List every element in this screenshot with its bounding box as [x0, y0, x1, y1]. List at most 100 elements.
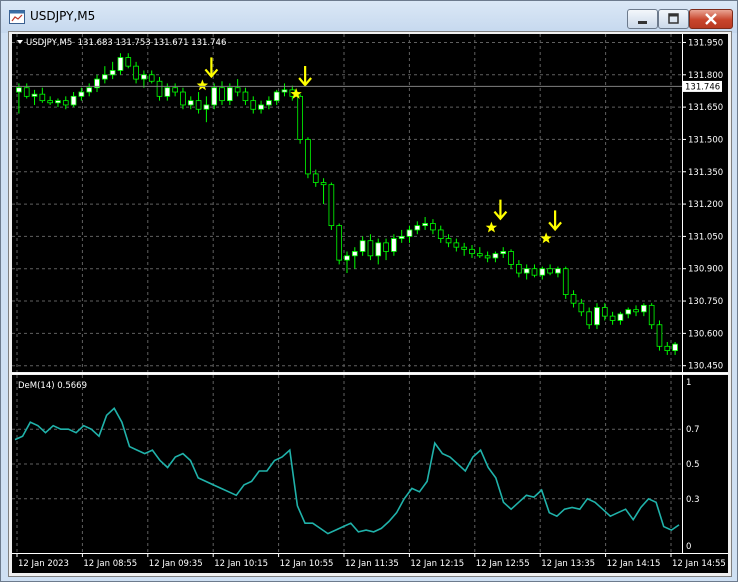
bull-candle: [594, 307, 600, 326]
title-bar[interactable]: USDJPY,M5: [1, 1, 737, 33]
maximize-button[interactable]: [658, 9, 689, 29]
bull-candle: [414, 225, 421, 231]
bull-candle: [187, 100, 194, 106]
bull-candle: [109, 70, 116, 76]
close-button[interactable]: [689, 9, 733, 29]
bear-candle: [156, 80, 163, 97]
minimize-icon: [638, 21, 647, 24]
bear-candle: [148, 74, 155, 82]
bear-candle: [484, 255, 491, 259]
window-title: USDJPY,M5: [30, 9, 96, 23]
bear-candle: [320, 182, 327, 186]
bear-candle: [437, 229, 444, 239]
price-pane[interactable]: [12, 34, 682, 372]
bear-candle: [367, 240, 374, 257]
bull-candle: [203, 104, 210, 110]
time-tick-label: 12 Jan 12:55: [476, 559, 530, 569]
bull-candle: [351, 251, 358, 257]
bear-candle: [47, 100, 53, 104]
indicator-label: DeM(14) 0.5669: [18, 381, 87, 391]
bull-candle: [617, 313, 624, 321]
bull-candle: [55, 100, 61, 104]
bear-candle: [453, 242, 460, 248]
bear-candle: [172, 87, 178, 93]
price-tick-label: 131.800: [688, 71, 723, 81]
bear-candle: [531, 268, 538, 276]
bear-candle: [312, 173, 319, 183]
bear-candle: [242, 91, 249, 102]
bear-candle: [586, 311, 592, 326]
bull-candle: [31, 93, 38, 97]
restore-icon: [668, 13, 679, 24]
price-tick-label: 131.050: [688, 232, 723, 242]
time-tick-label: 12 Jan 08:55: [83, 559, 137, 569]
indicator-pane[interactable]: [12, 375, 682, 553]
bull-candle: [539, 268, 546, 276]
bull-candle: [16, 87, 22, 93]
time-tick-label: 12 Jan 11:35: [345, 559, 399, 569]
time-tick-label: 12 Jan 14:55: [672, 559, 726, 569]
price-tick-label: 131.350: [688, 168, 723, 178]
bear-candle: [516, 264, 522, 274]
time-tick-label: 12 Jan 2023: [18, 559, 69, 569]
indicator-tick-label: 0: [686, 542, 691, 552]
current-price-label: 131.746: [685, 82, 720, 92]
bull-candle: [344, 255, 350, 261]
time-tick-label: 12 Jan 14:15: [607, 559, 661, 569]
indicator-tick-label: 0.7: [686, 425, 700, 435]
terminal-window: USDJPY,M5 131.950 131.800 131.650 131.50…: [0, 0, 738, 582]
bear-candle: [461, 246, 467, 250]
bull-candle: [86, 87, 93, 93]
bear-candle: [547, 268, 553, 274]
bear-candle: [250, 100, 257, 110]
price-tick-label: 130.450: [688, 362, 723, 372]
bear-candle: [570, 294, 577, 304]
bull-candle: [141, 74, 147, 80]
bear-candle: [305, 139, 311, 175]
bear-candle: [234, 87, 241, 93]
bear-candle: [219, 87, 225, 102]
bear-candle: [601, 307, 608, 317]
price-tick-label: 131.200: [688, 200, 723, 210]
bull-candle: [500, 251, 507, 255]
symbol-info: USDJPY,M5 131.683 131.753 131.671 131.74…: [26, 38, 226, 48]
price-tick-label: 130.600: [688, 329, 723, 339]
bull-candle: [641, 304, 647, 313]
time-tick-label: 12 Jan 12:15: [410, 559, 464, 569]
bear-candle: [578, 302, 585, 313]
bear-candle: [133, 65, 139, 80]
bull-candle: [375, 242, 382, 257]
bull-candle: [266, 100, 272, 106]
bear-candle: [328, 184, 335, 227]
bear-candle: [430, 223, 436, 231]
time-tick-label: 12 Jan 10:15: [214, 559, 268, 569]
time-tick-label: 12 Jan 13:35: [541, 559, 595, 569]
bull-candle: [391, 238, 397, 252]
indicator-tick-label: 0.3: [686, 495, 700, 505]
indicator-tick-label: 1: [686, 378, 691, 388]
bull-candle: [406, 229, 413, 237]
price-tick-label: 131.650: [688, 103, 723, 113]
bear-candle: [476, 253, 483, 257]
price-tick-label: 131.950: [688, 38, 723, 48]
bull-candle: [672, 343, 678, 352]
bull-candle: [211, 87, 218, 106]
bull-candle: [492, 253, 499, 259]
bear-candle: [297, 95, 303, 140]
price-chart[interactable]: 131.950 131.800 131.650 131.500 131.350 131.2…: [9, 32, 731, 576]
bear-candle: [469, 248, 475, 255]
bear-candle: [664, 345, 671, 352]
bear-candle: [125, 57, 132, 67]
bear-candle: [633, 309, 639, 313]
bull-candle: [117, 57, 124, 71]
time-tick-label: 12 Jan 10:55: [280, 559, 334, 569]
price-tick-label: 130.900: [688, 265, 723, 275]
bull-candle: [78, 91, 85, 97]
minimize-button[interactable]: [627, 9, 658, 29]
bear-candle: [445, 238, 452, 244]
time-tick-label: 12 Jan 09:35: [149, 559, 203, 569]
bear-candle: [648, 304, 655, 326]
bull-candle: [359, 240, 366, 252]
bear-candle: [62, 100, 69, 106]
bear-candle: [336, 225, 343, 261]
